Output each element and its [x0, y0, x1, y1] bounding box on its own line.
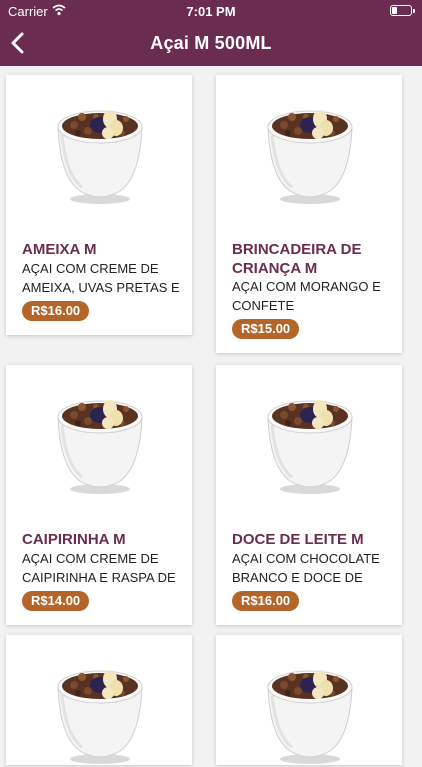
product-description: AÇAI COM MORANGO E CONFETE [232, 279, 381, 313]
page-title: Açai M 500ML [150, 33, 272, 53]
acai-bowl-icon [52, 655, 148, 767]
acai-bowl-icon [262, 655, 358, 767]
price-badge: R$16.00 [22, 301, 90, 321]
product-name: DOCE DE LEITE M [232, 531, 364, 548]
acai-bowl-icon [52, 385, 148, 497]
product-card[interactable] [216, 635, 402, 765]
acai-bowl-icon [262, 95, 358, 207]
product-card-ameixa[interactable]: AMEIXA M AÇAI COM CREME DE AMEIXA, UVAS … [6, 75, 192, 335]
status-time: 7:01 PM [186, 4, 236, 19]
price-badge: R$15.00 [232, 319, 300, 339]
acai-bowl-icon [52, 95, 148, 207]
product-card-doce-de-leite[interactable]: DOCE DE LEITE M AÇAI COM CHOCOLATE BRANC… [216, 365, 402, 625]
status-bar: Carrier 7:01 PM [0, 0, 422, 22]
product-description: AÇAI COM CREME DE AMEIXA, UVAS PRETAS E [22, 261, 180, 295]
product-name: AMEIXA M [22, 241, 97, 258]
product-description: AÇAI COM CHOCOLATE BRANCO E DOCE DE [232, 551, 380, 585]
product-card[interactable] [6, 635, 192, 765]
battery-icon [390, 5, 415, 16]
price-badge: R$14.00 [22, 591, 90, 611]
product-name: BRINCADEIRA DE CRIANÇA M [232, 241, 362, 277]
product-description: AÇAI COM CREME DE CAIPIRINHA E RASPA DE [22, 551, 176, 585]
acai-bowl-icon [262, 385, 358, 497]
price-badge: R$16.00 [232, 591, 300, 611]
product-name: CAIPIRINHA M [22, 531, 126, 548]
top-bar: Carrier 7:01 PM Açai M 500ML [0, 0, 422, 66]
product-card-caipirinha[interactable]: CAIPIRINHA M AÇAI COM CREME DE CAIPIRINH… [6, 365, 192, 625]
product-card-brincadeira[interactable]: BRINCADEIRA DE CRIANÇA M AÇAI COM MORANG… [216, 75, 402, 353]
